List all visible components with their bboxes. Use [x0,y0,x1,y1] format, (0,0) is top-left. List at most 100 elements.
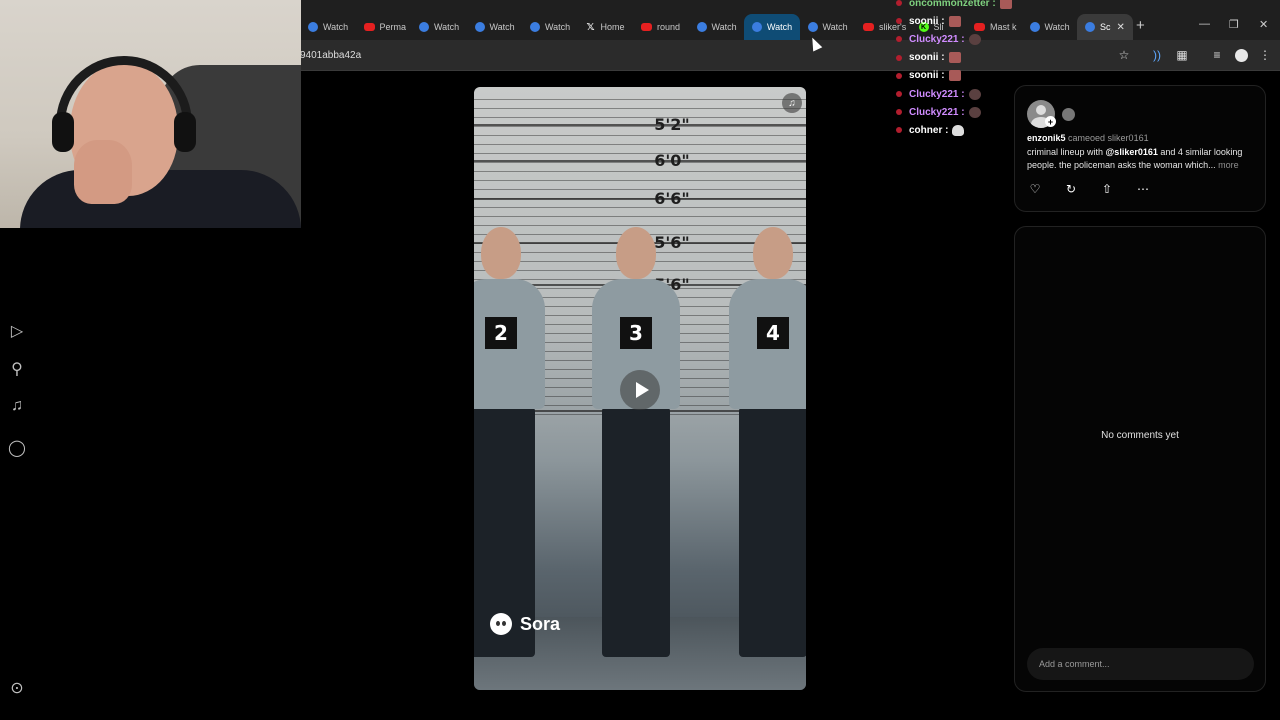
sora-icon [474,22,485,32]
restore-icon[interactable]: ❐ [1229,18,1239,31]
play-nav-icon[interactable]: ▷ [9,323,25,340]
reading-list-icon[interactable]: ≡ [1208,46,1226,64]
tab-title: round [657,22,681,32]
tab-title: Watch [434,22,460,32]
chat-badge-icon [896,0,902,7]
browser-tab[interactable]: Watch [467,14,523,40]
height-chart-line [474,108,806,109]
notifications-bell-icon[interactable]: ♫ [9,397,25,414]
sora-icon [1085,22,1095,32]
suspect-figure: 3 [586,217,686,690]
suspect-head [481,227,521,279]
tab-title: Perma [379,22,407,32]
remix-icon[interactable]: ↻ [1063,181,1079,197]
post-info-card: + enzonik5 cameoed sliker0161 criminal l… [1014,85,1266,212]
height-chart-line [474,99,806,100]
youtube-icon [363,23,375,31]
stream-chat-overlay: oncommonzetter : soonii : Clucky221 : sooni… [896,0,1026,140]
browser-menu-icon[interactable]: ⋮ [1256,46,1274,64]
browser-tab[interactable]: Watch [689,14,745,40]
suspect-legs [602,407,670,657]
chat-username[interactable]: Clucky221 : [909,34,965,45]
video-player[interactable]: 5'2"6'0"6'6"5'6"5'6"5' 234 ♫ Sora [474,87,806,690]
close-window-icon[interactable]: ✕ [1259,18,1268,31]
tab-title: Sc [1100,22,1111,32]
comments-panel: No comments yet [1014,226,1266,692]
tab-title: Watch [545,22,571,32]
share-icon[interactable]: ⇧ [1099,181,1115,197]
settings-menu-icon[interactable]: ⊙ [9,680,25,697]
browser-tab[interactable]: 𝕏 Home [578,14,634,40]
sora-icon [1029,22,1040,32]
browser-tab[interactable]: Perma [356,14,412,40]
tab-title: Watch [489,22,515,32]
chat-badge-icon [896,54,902,61]
chat-username[interactable]: Clucky221 : [909,107,965,118]
chat-message: Clucky221 : [896,103,1026,121]
creator-username[interactable]: enzonik5 [1027,133,1066,143]
chat-emote-icon [948,15,961,27]
browser-tab[interactable]: Watch [744,14,800,40]
like-heart-icon[interactable]: ♡ [1027,181,1043,197]
follow-plus-icon[interactable]: + [1045,116,1056,127]
headphone-left-cup [52,112,74,152]
browser-tab[interactable]: round [633,14,689,40]
chat-badge-icon [896,109,902,116]
chat-username[interactable]: cohner : [909,125,948,136]
read-aloud-icon[interactable]: )) [1148,46,1166,64]
chat-badge-icon [896,127,902,134]
chat-username[interactable]: Clucky221 : [909,89,965,100]
chat-username[interactable]: soonii : [909,70,945,81]
browser-tab[interactable]: Sc ✕ [1077,14,1133,40]
sora-icon [696,22,707,32]
chat-emote-icon [999,0,1012,9]
height-label: 6'0" [654,151,690,170]
more-options-icon[interactable]: ⋯ [1135,181,1151,197]
cameo-text: cameoed sliker0161 [1068,133,1149,143]
browser-tab[interactable]: Watch [800,14,856,40]
chat-username[interactable]: soonii : [909,16,945,27]
sora-logo-icon [490,613,512,635]
chat-message: cohner : [896,121,1026,139]
new-tab-button[interactable]: + [1136,17,1145,34]
chat-emote-icon [968,33,981,45]
chat-username[interactable]: oncommonzetter : [909,0,996,9]
tab-title: Watch [711,22,737,32]
chat-username[interactable]: soonii : [909,52,945,63]
url-text[interactable]: 9401abba42a [300,50,361,61]
close-tab-icon[interactable]: ✕ [1117,22,1125,33]
minimize-icon[interactable]: — [1199,18,1210,30]
play-button[interactable] [620,370,660,410]
chat-emote-icon [948,52,961,64]
webcam-overlay [0,0,301,228]
caption-more-link[interactable]: more [1218,160,1239,170]
sora-icon [419,22,429,32]
chat-badge-icon [896,18,902,25]
profile-avatar[interactable] [1232,46,1250,64]
caption-mention[interactable]: @sliker0161 [1106,147,1158,157]
cameo-avatar[interactable] [1062,108,1075,121]
height-chart-line [474,144,806,145]
browser-tab[interactable]: Watch [411,14,467,40]
comment-input[interactable] [1027,648,1254,680]
extensions-icon[interactable]: ▦ [1173,46,1191,64]
suspect-number-card: 2 [485,317,517,349]
chat-message: soonii : [896,67,1026,85]
browser-tab[interactable]: Watch [1022,14,1078,40]
tab-title: Home [600,22,625,32]
height-chart-line [474,171,806,172]
chat-message: Clucky221 : [896,30,1026,48]
sora-icon [807,22,818,32]
height-chart-line [474,135,806,136]
browser-tab[interactable]: Watch [300,14,356,40]
tab-title: Watch [1044,22,1070,32]
chat-message: oncommonzetter : [896,0,1026,12]
browser-tab[interactable]: Watch [522,14,578,40]
mute-toggle-icon[interactable]: ♫ [782,93,802,113]
post-byline: enzonik5 cameoed sliker0161 [1027,133,1149,143]
sora-watermark: Sora [490,613,560,635]
profile-icon[interactable]: ◯ [8,440,26,457]
search-icon[interactable]: ⚲ [9,361,25,378]
bookmark-star-icon[interactable]: ☆ [1115,46,1133,64]
chat-emote-icon [968,106,981,118]
